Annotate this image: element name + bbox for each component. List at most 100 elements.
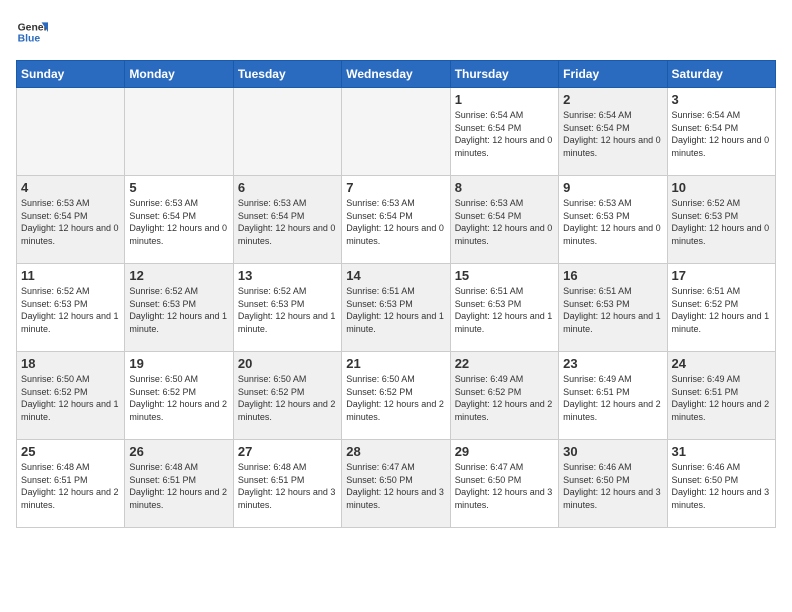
day-info: Sunrise: 6:53 AM Sunset: 6:54 PM Dayligh… bbox=[455, 197, 554, 247]
weekday-header-row: SundayMondayTuesdayWednesdayThursdayFrid… bbox=[17, 61, 776, 88]
day-number: 16 bbox=[563, 268, 662, 283]
calendar-cell: 14 Sunrise: 6:51 AM Sunset: 6:53 PM Dayli… bbox=[342, 264, 450, 352]
day-info: Sunrise: 6:46 AM Sunset: 6:50 PM Dayligh… bbox=[563, 461, 662, 511]
calendar-cell: 24Sunrise: 6:49 AM Sunset: 6:51 PM Dayli… bbox=[667, 352, 775, 440]
calendar-cell: 7 Sunrise: 6:53 AM Sunset: 6:54 PM Daylig… bbox=[342, 176, 450, 264]
calendar-week-4: 18 Sunrise: 6:50 AM Sunset: 6:52 PM Dayli… bbox=[17, 352, 776, 440]
day-info: Sunrise: 6:52 AM Sunset: 6:53 PM Dayligh… bbox=[21, 285, 120, 335]
day-number: 6 bbox=[238, 180, 337, 195]
day-info: Sunrise: 6:52 AM Sunset: 6:53 PM Dayligh… bbox=[238, 285, 337, 335]
day-number: 4 bbox=[21, 180, 120, 195]
day-number: 29 bbox=[455, 444, 554, 459]
day-info: Sunrise: 6:53 AM Sunset: 6:54 PM Dayligh… bbox=[21, 197, 120, 247]
day-number: 8 bbox=[455, 180, 554, 195]
page-header: General Blue bbox=[16, 16, 776, 48]
calendar-cell: 2 Sunrise: 6:54 AM Sunset: 6:54 PM Daylig… bbox=[559, 88, 667, 176]
calendar-cell: 30 Sunrise: 6:46 AM Sunset: 6:50 PM Dayli… bbox=[559, 440, 667, 528]
calendar-cell: 18 Sunrise: 6:50 AM Sunset: 6:52 PM Dayli… bbox=[17, 352, 125, 440]
weekday-header-monday: Monday bbox=[125, 61, 233, 88]
day-info: Sunrise: 6:53 AM Sunset: 6:54 PM Dayligh… bbox=[238, 197, 337, 247]
day-info: Sunrise: 6:49 AM Sunset: 6:51 PM Dayligh… bbox=[563, 373, 662, 423]
day-number: 2 bbox=[563, 92, 662, 107]
calendar-cell: 10 Sunrise: 6:52 AM Sunset: 6:53 PM Dayli… bbox=[667, 176, 775, 264]
day-number: 10 bbox=[672, 180, 771, 195]
day-number: 14 bbox=[346, 268, 445, 283]
calendar-cell: 6 Sunrise: 6:53 AM Sunset: 6:54 PM Daylig… bbox=[233, 176, 341, 264]
calendar-cell: 3Sunrise: 6:54 AM Sunset: 6:54 PM Daylig… bbox=[667, 88, 775, 176]
day-info: Sunrise: 6:53 AM Sunset: 6:54 PM Dayligh… bbox=[346, 197, 445, 247]
calendar-cell: 19Sunrise: 6:50 AM Sunset: 6:52 PM Dayli… bbox=[125, 352, 233, 440]
day-info: Sunrise: 6:50 AM Sunset: 6:52 PM Dayligh… bbox=[129, 373, 228, 423]
calendar-cell: 13 Sunrise: 6:52 AM Sunset: 6:53 PM Dayli… bbox=[233, 264, 341, 352]
day-number: 31 bbox=[672, 444, 771, 459]
day-number: 24 bbox=[672, 356, 771, 371]
calendar-cell: 20Sunrise: 6:50 AM Sunset: 6:52 PM Dayli… bbox=[233, 352, 341, 440]
calendar-cell bbox=[342, 88, 450, 176]
calendar-cell: 15 Sunrise: 6:51 AM Sunset: 6:53 PM Dayli… bbox=[450, 264, 558, 352]
weekday-header-sunday: Sunday bbox=[17, 61, 125, 88]
calendar-cell: 8 Sunrise: 6:53 AM Sunset: 6:54 PM Daylig… bbox=[450, 176, 558, 264]
day-number: 13 bbox=[238, 268, 337, 283]
day-info: Sunrise: 6:51 AM Sunset: 6:52 PM Dayligh… bbox=[672, 285, 771, 335]
day-number: 21 bbox=[346, 356, 445, 371]
calendar-cell: 26 Sunrise: 6:48 AM Sunset: 6:51 PM Dayli… bbox=[125, 440, 233, 528]
day-number: 11 bbox=[21, 268, 120, 283]
calendar-table: SundayMondayTuesdayWednesdayThursdayFrid… bbox=[16, 60, 776, 528]
logo-icon: General Blue bbox=[16, 16, 48, 48]
day-info: Sunrise: 6:50 AM Sunset: 6:52 PM Dayligh… bbox=[346, 373, 445, 423]
calendar-cell bbox=[17, 88, 125, 176]
day-info: Sunrise: 6:48 AM Sunset: 6:51 PM Dayligh… bbox=[21, 461, 120, 511]
day-info: Sunrise: 6:49 AM Sunset: 6:52 PM Dayligh… bbox=[455, 373, 554, 423]
day-info: Sunrise: 6:51 AM Sunset: 6:53 PM Dayligh… bbox=[346, 285, 445, 335]
day-info: Sunrise: 6:50 AM Sunset: 6:52 PM Dayligh… bbox=[21, 373, 120, 423]
day-info: Sunrise: 6:46 AM Sunset: 6:50 PM Dayligh… bbox=[672, 461, 771, 511]
day-number: 12 bbox=[129, 268, 228, 283]
calendar-cell: 23 Sunrise: 6:49 AM Sunset: 6:51 PM Dayli… bbox=[559, 352, 667, 440]
calendar-cell: 29 Sunrise: 6:47 AM Sunset: 6:50 PM Dayli… bbox=[450, 440, 558, 528]
day-number: 28 bbox=[346, 444, 445, 459]
day-number: 23 bbox=[563, 356, 662, 371]
weekday-header-friday: Friday bbox=[559, 61, 667, 88]
day-number: 26 bbox=[129, 444, 228, 459]
calendar-cell: 1 Sunrise: 6:54 AM Sunset: 6:54 PM Daylig… bbox=[450, 88, 558, 176]
calendar-cell: 21 Sunrise: 6:50 AM Sunset: 6:52 PM Dayli… bbox=[342, 352, 450, 440]
calendar-cell: 27Sunrise: 6:48 AM Sunset: 6:51 PM Dayli… bbox=[233, 440, 341, 528]
calendar-cell: 9 Sunrise: 6:53 AM Sunset: 6:53 PM Daylig… bbox=[559, 176, 667, 264]
day-info: Sunrise: 6:48 AM Sunset: 6:51 PM Dayligh… bbox=[129, 461, 228, 511]
weekday-header-thursday: Thursday bbox=[450, 61, 558, 88]
day-number: 1 bbox=[455, 92, 554, 107]
calendar-cell: 4 Sunrise: 6:53 AM Sunset: 6:54 PM Daylig… bbox=[17, 176, 125, 264]
day-number: 17 bbox=[672, 268, 771, 283]
calendar-cell: 11 Sunrise: 6:52 AM Sunset: 6:53 PM Dayli… bbox=[17, 264, 125, 352]
calendar-cell: 16Sunrise: 6:51 AM Sunset: 6:53 PM Dayli… bbox=[559, 264, 667, 352]
calendar-cell: 25 Sunrise: 6:48 AM Sunset: 6:51 PM Dayli… bbox=[17, 440, 125, 528]
day-number: 22 bbox=[455, 356, 554, 371]
calendar-cell bbox=[233, 88, 341, 176]
calendar-week-2: 4 Sunrise: 6:53 AM Sunset: 6:54 PM Daylig… bbox=[17, 176, 776, 264]
calendar-cell: 12 Sunrise: 6:52 AM Sunset: 6:53 PM Dayli… bbox=[125, 264, 233, 352]
svg-text:Blue: Blue bbox=[18, 34, 41, 45]
day-number: 30 bbox=[563, 444, 662, 459]
day-number: 27 bbox=[238, 444, 337, 459]
weekday-header-tuesday: Tuesday bbox=[233, 61, 341, 88]
calendar-week-1: 1 Sunrise: 6:54 AM Sunset: 6:54 PM Daylig… bbox=[17, 88, 776, 176]
day-number: 7 bbox=[346, 180, 445, 195]
weekday-header-saturday: Saturday bbox=[667, 61, 775, 88]
day-info: Sunrise: 6:54 AM Sunset: 6:54 PM Dayligh… bbox=[455, 109, 554, 159]
calendar-week-5: 25 Sunrise: 6:48 AM Sunset: 6:51 PM Dayli… bbox=[17, 440, 776, 528]
day-info: Sunrise: 6:52 AM Sunset: 6:53 PM Dayligh… bbox=[129, 285, 228, 335]
calendar-cell: 5Sunrise: 6:53 AM Sunset: 6:54 PM Daylig… bbox=[125, 176, 233, 264]
calendar-cell: 17 Sunrise: 6:51 AM Sunset: 6:52 PM Dayli… bbox=[667, 264, 775, 352]
weekday-header-wednesday: Wednesday bbox=[342, 61, 450, 88]
day-number: 15 bbox=[455, 268, 554, 283]
day-info: Sunrise: 6:47 AM Sunset: 6:50 PM Dayligh… bbox=[455, 461, 554, 511]
day-info: Sunrise: 6:51 AM Sunset: 6:53 PM Dayligh… bbox=[455, 285, 554, 335]
day-number: 9 bbox=[563, 180, 662, 195]
day-number: 25 bbox=[21, 444, 120, 459]
day-info: Sunrise: 6:53 AM Sunset: 6:54 PM Dayligh… bbox=[129, 197, 228, 247]
day-info: Sunrise: 6:50 AM Sunset: 6:52 PM Dayligh… bbox=[238, 373, 337, 423]
day-number: 18 bbox=[21, 356, 120, 371]
day-info: Sunrise: 6:54 AM Sunset: 6:54 PM Dayligh… bbox=[563, 109, 662, 159]
day-info: Sunrise: 6:52 AM Sunset: 6:53 PM Dayligh… bbox=[672, 197, 771, 247]
day-info: Sunrise: 6:53 AM Sunset: 6:53 PM Dayligh… bbox=[563, 197, 662, 247]
